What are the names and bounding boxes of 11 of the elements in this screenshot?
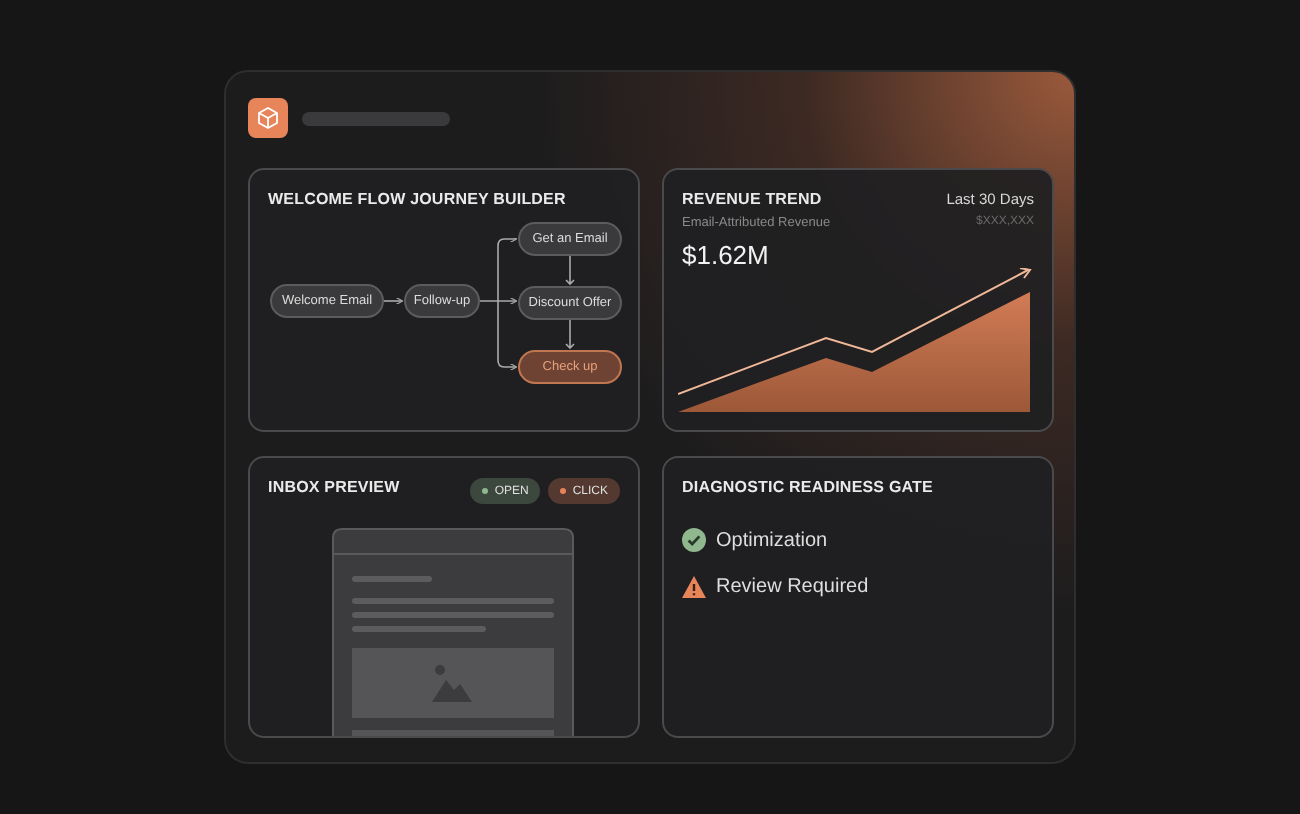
warning-icon [682,576,706,598]
card-title: DIAGNOSTIC READINESS GATE [682,478,935,496]
card-title: INBOX PREVIEW [268,478,400,496]
cube-logo-icon [248,98,288,138]
card-title: WELCOME FLOW JOURNEY BUILDER [268,190,568,208]
diagnostic-item: Review Required [716,576,869,598]
diagnostic-item: Optimization [716,529,828,551]
flow-connectors-drawing [384,238,518,370]
revenue-value: $1.62M [682,240,771,270]
card-title: REVENUE TREND [682,190,824,208]
check-icon [682,528,706,552]
